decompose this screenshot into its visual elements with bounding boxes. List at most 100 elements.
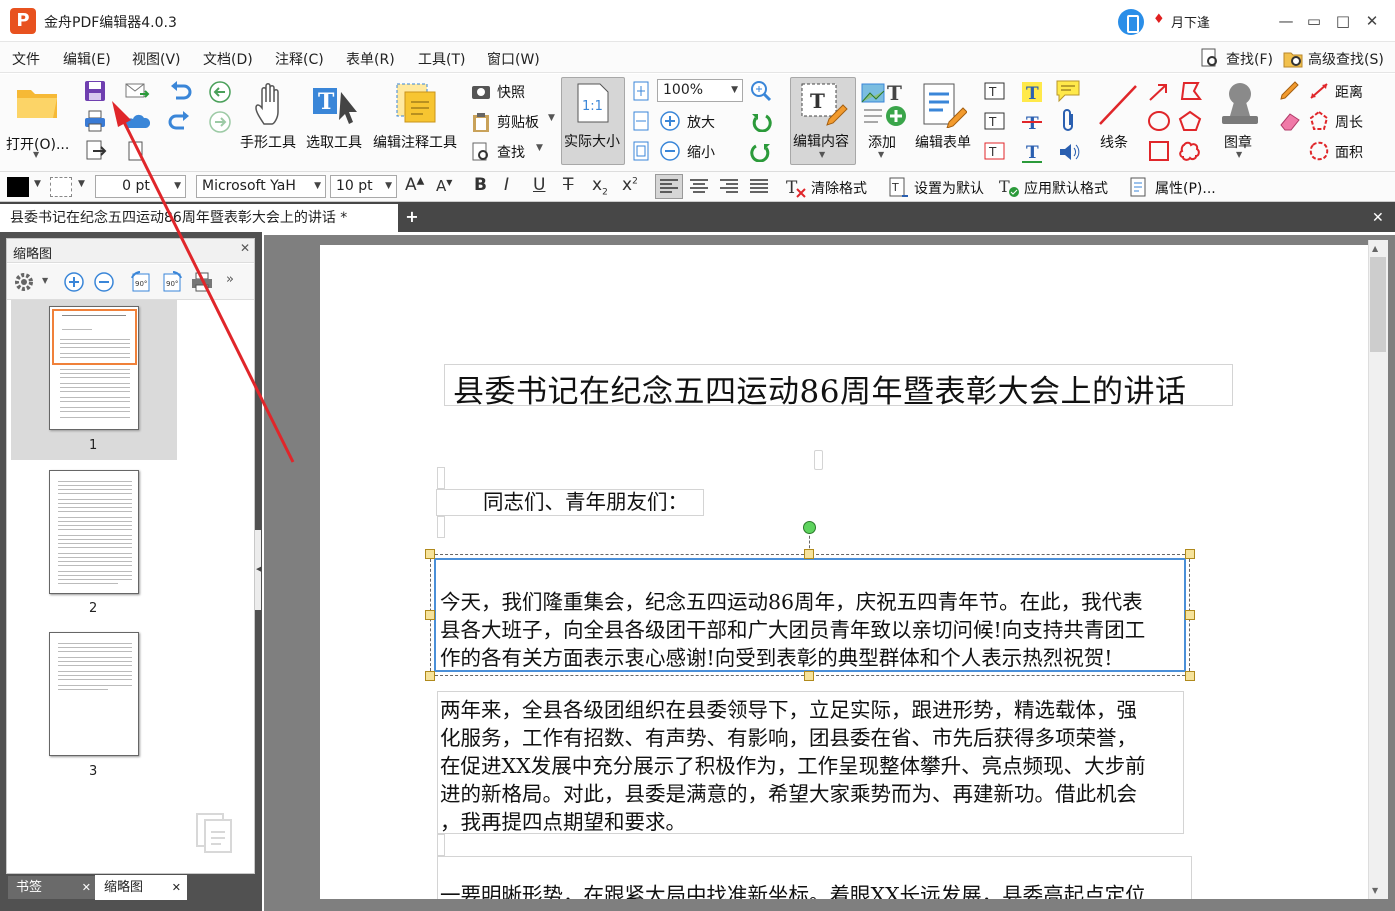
export-icon[interactable] bbox=[83, 139, 107, 163]
settings-gear-icon[interactable] bbox=[13, 271, 35, 293]
thumbnail-panel-close-icon[interactable]: ✕ bbox=[240, 241, 250, 255]
scroll-up-icon[interactable]: ▲ bbox=[1372, 244, 1378, 253]
hand-tool-button[interactable]: 手形工具 bbox=[240, 78, 302, 164]
menu-tools[interactable]: 工具(T) bbox=[418, 49, 465, 69]
cloud-shape-icon[interactable] bbox=[1178, 140, 1202, 162]
more-options-icon[interactable]: » bbox=[226, 272, 234, 287]
clipboard-button[interactable]: 剪贴板 bbox=[497, 112, 539, 132]
zoom-select[interactable]: 100% ▼ bbox=[657, 79, 743, 102]
undo-icon[interactable] bbox=[168, 80, 192, 102]
font-size-select[interactable]: 10 pt ▼ bbox=[330, 175, 397, 198]
empty-textbox[interactable] bbox=[437, 467, 445, 489]
underline-format-icon[interactable]: U bbox=[533, 175, 545, 195]
rotate-left-icon[interactable] bbox=[750, 110, 772, 132]
line-button[interactable]: 线条 bbox=[1092, 78, 1144, 164]
close-button[interactable]: ✕ bbox=[1362, 12, 1382, 30]
edit-form-button[interactable]: 编辑表单 bbox=[913, 78, 977, 164]
scroll-down-icon[interactable]: ▼ bbox=[1372, 886, 1378, 895]
menu-form[interactable]: 表单(R) bbox=[346, 49, 395, 69]
rotate-ccw-90-icon[interactable]: 90° bbox=[129, 270, 153, 294]
bold-icon[interactable]: B bbox=[474, 175, 487, 195]
line-width-select[interactable]: 0 pt ▼ bbox=[95, 175, 186, 198]
area-button[interactable]: 面积 bbox=[1335, 142, 1363, 162]
fill-color-arrow-icon[interactable]: ▼ bbox=[34, 179, 41, 189]
page-thumbnail-3[interactable] bbox=[49, 632, 139, 756]
justify-icon[interactable] bbox=[749, 178, 769, 196]
close-document-icon[interactable]: ✕ bbox=[1372, 210, 1384, 226]
resize-handle-ne[interactable] bbox=[1185, 549, 1195, 559]
stroke-color-arrow-icon[interactable]: ▼ bbox=[78, 179, 85, 189]
find-button[interactable]: 查找 bbox=[497, 142, 525, 162]
page-thumbnail-2[interactable] bbox=[49, 470, 139, 594]
callout-icon[interactable]: T bbox=[983, 140, 1007, 162]
menu-document[interactable]: 文档(D) bbox=[203, 49, 253, 69]
resize-handle-se[interactable] bbox=[1185, 671, 1195, 681]
pentagon-icon[interactable] bbox=[1178, 110, 1202, 132]
subscript-icon[interactable]: x2 bbox=[592, 175, 608, 197]
open-button[interactable]: 打开(O)... ▼ bbox=[3, 78, 71, 164]
stamp-button[interactable]: 图章 ▼ bbox=[1212, 78, 1268, 164]
rectangle-icon[interactable] bbox=[1147, 140, 1171, 162]
edit-annotation-button[interactable]: 编辑注释工具 bbox=[371, 78, 465, 164]
back-icon[interactable] bbox=[208, 80, 232, 104]
pencil-icon[interactable] bbox=[1278, 80, 1302, 102]
rotate-right-icon[interactable] bbox=[750, 140, 772, 162]
ellipse-icon[interactable] bbox=[1147, 110, 1171, 132]
menu-annotation[interactable]: 注释(C) bbox=[275, 49, 324, 69]
document-icon[interactable] bbox=[124, 140, 148, 162]
empty-textbox[interactable] bbox=[814, 450, 823, 470]
menu-find[interactable]: 查找(F) bbox=[1226, 49, 1273, 69]
zoom-out-button[interactable]: 缩小 bbox=[687, 142, 715, 162]
properties-button[interactable]: 属性(P)... bbox=[1155, 178, 1216, 198]
polygon-icon[interactable] bbox=[1178, 80, 1202, 102]
page-thumbnail-1[interactable] bbox=[49, 306, 139, 430]
resize-handle-e[interactable] bbox=[1185, 610, 1195, 620]
font-family-select[interactable]: Microsoft YaH ▼ bbox=[196, 175, 326, 198]
user-name[interactable]: 月下逢 bbox=[1171, 12, 1210, 31]
resize-handle-n[interactable] bbox=[804, 549, 814, 559]
fill-color-swatch[interactable] bbox=[7, 177, 29, 197]
text-box-icon[interactable]: T bbox=[983, 110, 1007, 132]
add-button[interactable]: T 添加 ▼ bbox=[858, 78, 910, 164]
sticky-note-icon[interactable] bbox=[1055, 79, 1081, 103]
menu-view[interactable]: 视图(V) bbox=[132, 49, 181, 69]
menu-edit[interactable]: 编辑(E) bbox=[63, 49, 111, 69]
thumbnail-tab[interactable]: 缩略图 ✕ bbox=[95, 875, 187, 900]
italic-icon[interactable]: I bbox=[504, 175, 509, 195]
zoom-magnifier-icon[interactable] bbox=[750, 80, 772, 102]
attachment-icon[interactable] bbox=[1058, 108, 1080, 134]
grow-font-icon[interactable]: A▲ bbox=[405, 175, 424, 195]
edit-content-button[interactable]: T 编辑内容 ▼ bbox=[790, 77, 856, 165]
clear-format-button[interactable]: 清除格式 bbox=[811, 178, 867, 198]
actual-size-button[interactable]: 1:1 实际大小 bbox=[561, 77, 625, 165]
highlight-text-icon[interactable]: T bbox=[1020, 80, 1044, 104]
scrollbar-thumb[interactable] bbox=[1370, 257, 1386, 352]
menu-advanced-find[interactable]: 高级查找(S) bbox=[1308, 49, 1384, 69]
print-icon[interactable] bbox=[83, 109, 107, 133]
thumb-zoom-out-icon[interactable] bbox=[93, 271, 115, 293]
empty-textbox[interactable] bbox=[437, 516, 445, 538]
empty-textbox[interactable] bbox=[437, 834, 445, 856]
eraser-icon[interactable] bbox=[1278, 110, 1302, 132]
rotate-handle[interactable] bbox=[803, 521, 816, 534]
rotate-cw-90-icon[interactable]: 90° bbox=[160, 270, 184, 294]
strikethrough-icon[interactable]: T bbox=[563, 175, 573, 195]
email-icon[interactable] bbox=[124, 80, 150, 102]
maximize-button[interactable]: □ bbox=[1333, 12, 1353, 30]
fit-visible-icon[interactable] bbox=[631, 140, 651, 162]
phone-icon[interactable] bbox=[1118, 9, 1144, 35]
resize-handle-nw[interactable] bbox=[425, 549, 435, 559]
sound-icon[interactable] bbox=[1057, 140, 1081, 164]
collapse-panel-icon[interactable]: ◀ bbox=[256, 565, 261, 573]
arrow-shape-icon[interactable] bbox=[1147, 81, 1171, 103]
menu-file[interactable]: 文件 bbox=[12, 49, 40, 69]
redo-icon[interactable] bbox=[168, 110, 192, 132]
menu-window[interactable]: 窗口(W) bbox=[487, 49, 540, 69]
snapshot-button[interactable]: 快照 bbox=[497, 82, 525, 102]
apply-default-button[interactable]: 应用默认格式 bbox=[1024, 178, 1108, 198]
bookmark-tab[interactable]: 书签 ✕ bbox=[8, 876, 95, 899]
align-center-icon[interactable] bbox=[689, 178, 709, 196]
stroke-color-swatch[interactable] bbox=[50, 177, 72, 197]
cloud-upload-icon[interactable] bbox=[124, 110, 150, 132]
superscript-icon[interactable]: x2 bbox=[622, 175, 638, 195]
